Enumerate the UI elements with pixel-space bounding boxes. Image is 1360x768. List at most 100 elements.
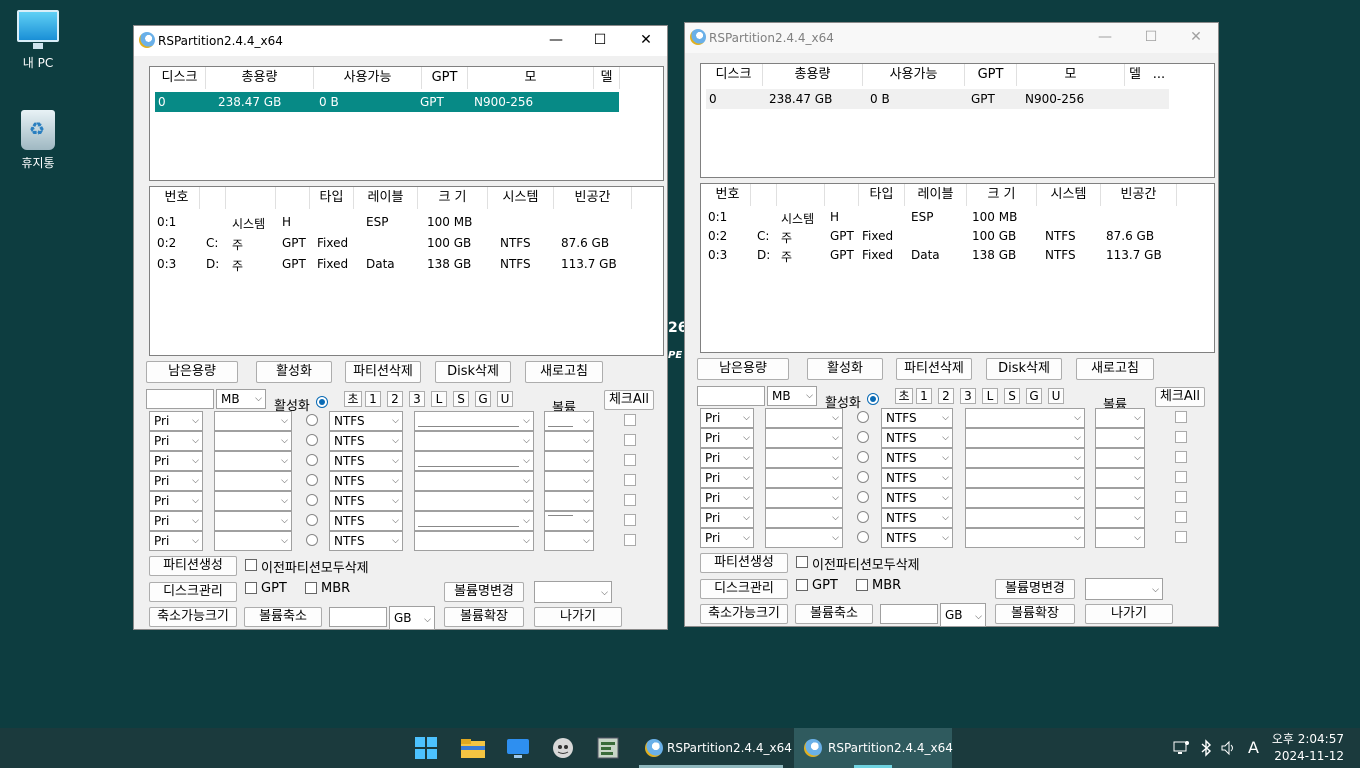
- volume-select[interactable]: ⌵: [1095, 488, 1145, 508]
- delete-all-prev-checkbox[interactable]: [245, 559, 257, 571]
- fs-select[interactable]: NTFS ⌵: [329, 531, 403, 551]
- label-select[interactable]: ⌵: [414, 471, 534, 491]
- col-flag[interactable]: [276, 187, 310, 209]
- resize-input[interactable]: [880, 604, 938, 624]
- exit-button[interactable]: 나가기: [1085, 604, 1173, 624]
- gpt-checkbox[interactable]: [245, 582, 257, 594]
- fs-select[interactable]: NTFS ⌵: [329, 411, 403, 431]
- active-radio[interactable]: [306, 514, 318, 526]
- close-button[interactable]: ✕: [1186, 27, 1206, 47]
- col-total[interactable]: 총용량: [206, 67, 314, 89]
- row-checkbox[interactable]: [1175, 531, 1187, 543]
- row-checkbox[interactable]: [624, 454, 636, 466]
- active-radio[interactable]: [857, 491, 869, 503]
- disk-row-selected[interactable]: 0 238.47 GB 0 B GPT N900-256: [155, 92, 619, 112]
- exit-button[interactable]: 나가기: [534, 607, 622, 627]
- volume-select[interactable]: ⌵: [1095, 428, 1145, 448]
- create-partition-button[interactable]: 파티션생성: [700, 553, 788, 573]
- label-select[interactable]: ⌵: [965, 408, 1085, 428]
- type-select[interactable]: Pri ⌵: [700, 408, 754, 428]
- col-model-b[interactable]: 델: [594, 67, 620, 89]
- size-button-g[interactable]: G: [1026, 388, 1042, 404]
- active-radio[interactable]: [857, 531, 869, 543]
- minimize-button[interactable]: —: [1095, 27, 1115, 47]
- type-select[interactable]: Pri ⌵: [149, 471, 203, 491]
- letter-select[interactable]: ⌵: [765, 448, 843, 468]
- col-filesystem[interactable]: 시스템: [1037, 184, 1101, 206]
- col-type[interactable]: 타입: [310, 187, 354, 209]
- size-input[interactable]: [697, 386, 765, 406]
- activate-button[interactable]: 활성화: [807, 358, 883, 380]
- active-radio[interactable]: [306, 534, 318, 546]
- remaining-space-button[interactable]: 남은용량: [697, 358, 789, 380]
- active-radio[interactable]: [306, 474, 318, 486]
- letter-select[interactable]: ⌵: [214, 471, 292, 491]
- col-gpt[interactable]: GPT: [965, 64, 1017, 86]
- type-select[interactable]: Pri ⌵: [149, 491, 203, 511]
- size-button-3[interactable]: 3: [409, 391, 425, 407]
- row-checkbox[interactable]: [1175, 491, 1187, 503]
- row-checkbox[interactable]: [624, 514, 636, 526]
- volume-icon[interactable]: [1221, 740, 1237, 760]
- active-radio[interactable]: [857, 451, 869, 463]
- character-app-icon[interactable]: [551, 736, 575, 760]
- volume-select[interactable]: ⌵: [1095, 408, 1145, 428]
- row-checkbox[interactable]: [1175, 411, 1187, 423]
- col-model-a[interactable]: 모: [1017, 64, 1125, 86]
- network-icon[interactable]: [1173, 740, 1189, 760]
- task-manager-icon[interactable]: [596, 736, 620, 760]
- active-radio[interactable]: [857, 411, 869, 423]
- col-drive[interactable]: [751, 184, 777, 206]
- mbr-checkbox[interactable]: [305, 582, 317, 594]
- type-select[interactable]: Pri ⌵: [700, 468, 754, 488]
- col-available[interactable]: 사용가능: [314, 67, 422, 89]
- size-button-3[interactable]: 3: [960, 388, 976, 404]
- label-select[interactable]: ⌵: [414, 491, 534, 511]
- label-select[interactable]: ⌵: [414, 531, 534, 551]
- col-filesystem[interactable]: 시스템: [488, 187, 554, 209]
- size-button-s[interactable]: S: [1004, 388, 1020, 404]
- delete-partition-button[interactable]: 파티션삭제: [345, 361, 421, 383]
- file-explorer-icon[interactable]: [460, 736, 485, 760]
- active-radio[interactable]: [306, 414, 318, 426]
- type-select[interactable]: Pri ⌵: [700, 528, 754, 548]
- partition-list[interactable]: 번호 타입 레이블 크 기 시스템 빈공간 0:1 시스템 H ESP 100 …: [700, 183, 1215, 353]
- shrinkable-size-button[interactable]: 축소가능크기: [149, 607, 237, 627]
- type-select[interactable]: Pri ⌵: [700, 448, 754, 468]
- col-more[interactable]: ...: [1147, 64, 1171, 86]
- resize-unit-select[interactable]: GB ⌵: [389, 606, 435, 630]
- volume-name-select[interactable]: ⌵: [534, 581, 612, 603]
- letter-select[interactable]: ⌵: [214, 511, 292, 531]
- maximize-button[interactable]: ☐: [590, 30, 610, 50]
- letter-select[interactable]: ⌵: [214, 451, 292, 471]
- refresh-button[interactable]: 새로고침: [1076, 358, 1154, 380]
- label-select[interactable]: ⌵: [965, 468, 1085, 488]
- label-select[interactable]: ⌵: [414, 451, 534, 471]
- row-checkbox[interactable]: [1175, 431, 1187, 443]
- activate-radio[interactable]: [867, 393, 879, 405]
- letter-select[interactable]: ⌵: [765, 528, 843, 548]
- row-checkbox[interactable]: [1175, 471, 1187, 483]
- monitor-app-icon[interactable]: [506, 736, 530, 760]
- extend-volume-button[interactable]: 볼륨확장: [995, 604, 1075, 624]
- active-radio[interactable]: [857, 471, 869, 483]
- gpt-checkbox[interactable]: [796, 579, 808, 591]
- delete-disk-button[interactable]: Disk삭제: [986, 358, 1062, 380]
- resize-unit-select[interactable]: GB ⌵: [940, 603, 986, 627]
- close-button[interactable]: ✕: [636, 30, 656, 50]
- disk-list[interactable]: 디스크 총용량 사용가능 GPT 모 델 0 238.47 GB 0 B GPT…: [149, 66, 664, 181]
- label-select[interactable]: ⌵: [414, 431, 534, 451]
- delete-disk-button[interactable]: Disk삭제: [435, 361, 511, 383]
- delete-partition-button[interactable]: 파티션삭제: [896, 358, 972, 380]
- partition-row[interactable]: 0:3 D: 주 GPT Fixed Data 138 GB NTFS 113.…: [701, 248, 1181, 266]
- col-disk[interactable]: 디스크: [705, 64, 763, 86]
- size-button-u[interactable]: U: [1048, 388, 1064, 404]
- shrink-volume-button[interactable]: 볼륨축소: [244, 607, 322, 627]
- refresh-button[interactable]: 새로고침: [525, 361, 603, 383]
- size-button-1[interactable]: 1: [365, 391, 381, 407]
- size-button-1[interactable]: 1: [916, 388, 932, 404]
- partition-row[interactable]: 0:3 D: 주 GPT Fixed Data 138 GB NTFS 113.…: [150, 257, 630, 277]
- rename-volume-button[interactable]: 볼륨명변경: [995, 579, 1075, 599]
- windows-start-icon[interactable]: [414, 736, 438, 760]
- letter-select[interactable]: ⌵: [214, 531, 292, 551]
